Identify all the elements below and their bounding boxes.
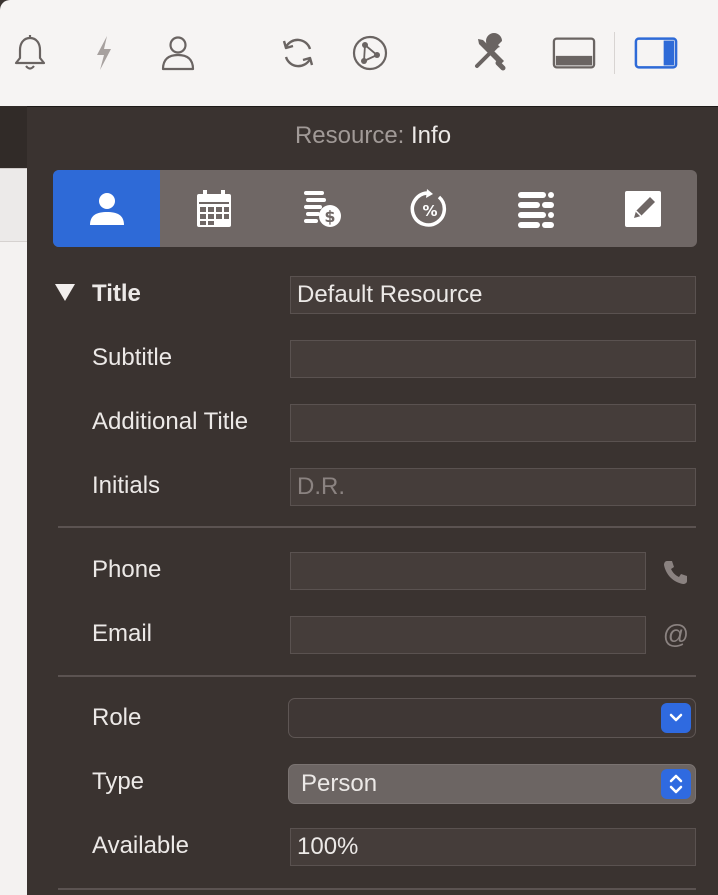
initials-field[interactable]: D.R. (290, 468, 696, 506)
tools-icon[interactable] (468, 30, 512, 76)
bolt-icon[interactable] (82, 30, 126, 76)
sync-icon[interactable] (276, 30, 320, 76)
phone-icon[interactable] (660, 556, 692, 588)
cost-icon: $ (304, 190, 342, 227)
content-area[interactable] (0, 168, 27, 895)
initials-label: Initials (92, 472, 161, 499)
tab-list[interactable] (482, 170, 589, 247)
additional-title-label: Additional Title (92, 408, 249, 435)
inspector-tab-bar: $ % (53, 170, 697, 247)
inspector-title-prefix: Resource: (294, 122, 405, 149)
title-field[interactable]: Default Resource (290, 276, 696, 314)
type-label: Type (92, 768, 145, 795)
list-icon (517, 191, 554, 228)
section-divider (58, 526, 696, 528)
section-divider (58, 888, 696, 890)
subtitle-label: Subtitle (92, 344, 173, 371)
phone-field[interactable] (290, 552, 646, 590)
tab-progress[interactable]: % (375, 170, 482, 247)
email-label: Email (92, 620, 153, 647)
tab-notes[interactable] (590, 170, 697, 247)
available-field[interactable]: 100% (290, 828, 696, 866)
chevron-updown-icon[interactable] (661, 769, 691, 799)
svg-text:$: $ (325, 207, 336, 226)
bell-icon[interactable] (8, 30, 52, 76)
available-label: Available (92, 832, 189, 859)
email-field[interactable] (290, 616, 646, 654)
type-popup[interactable]: Person (288, 764, 696, 804)
window-toolbar (0, 0, 718, 107)
edit-icon (625, 190, 662, 227)
person-icon[interactable] (156, 30, 200, 76)
type-value: Person (301, 770, 378, 797)
calendar-icon (196, 189, 231, 227)
role-label: Role (92, 704, 142, 731)
additional-title-field[interactable] (290, 404, 696, 442)
tab-cost[interactable]: $ (268, 170, 375, 247)
phone-label: Phone (92, 556, 162, 583)
tab-calendar[interactable] (160, 170, 267, 247)
toolbar-separator (614, 32, 615, 74)
at-icon[interactable]: @ (660, 618, 692, 650)
svg-text:%: % (422, 202, 437, 220)
subtitle-field[interactable] (290, 340, 696, 378)
percent-icon: % (410, 188, 446, 227)
section-divider (58, 675, 696, 677)
bottom-panel-icon[interactable] (552, 30, 596, 76)
right-sidebar-icon[interactable] (634, 30, 678, 76)
tab-info[interactable] (53, 170, 161, 247)
network-icon[interactable] (348, 30, 392, 76)
content-header (0, 169, 27, 242)
person-icon (89, 192, 124, 225)
inspector-title: Resource: Info (0, 122, 718, 150)
role-popup[interactable] (288, 698, 696, 738)
main-content-edge (0, 106, 27, 895)
title-label: Title (92, 280, 141, 307)
disclosure-triangle[interactable] (55, 284, 75, 301)
chevron-down-icon[interactable] (661, 703, 691, 733)
inspector-title-main: Info (411, 122, 452, 149)
